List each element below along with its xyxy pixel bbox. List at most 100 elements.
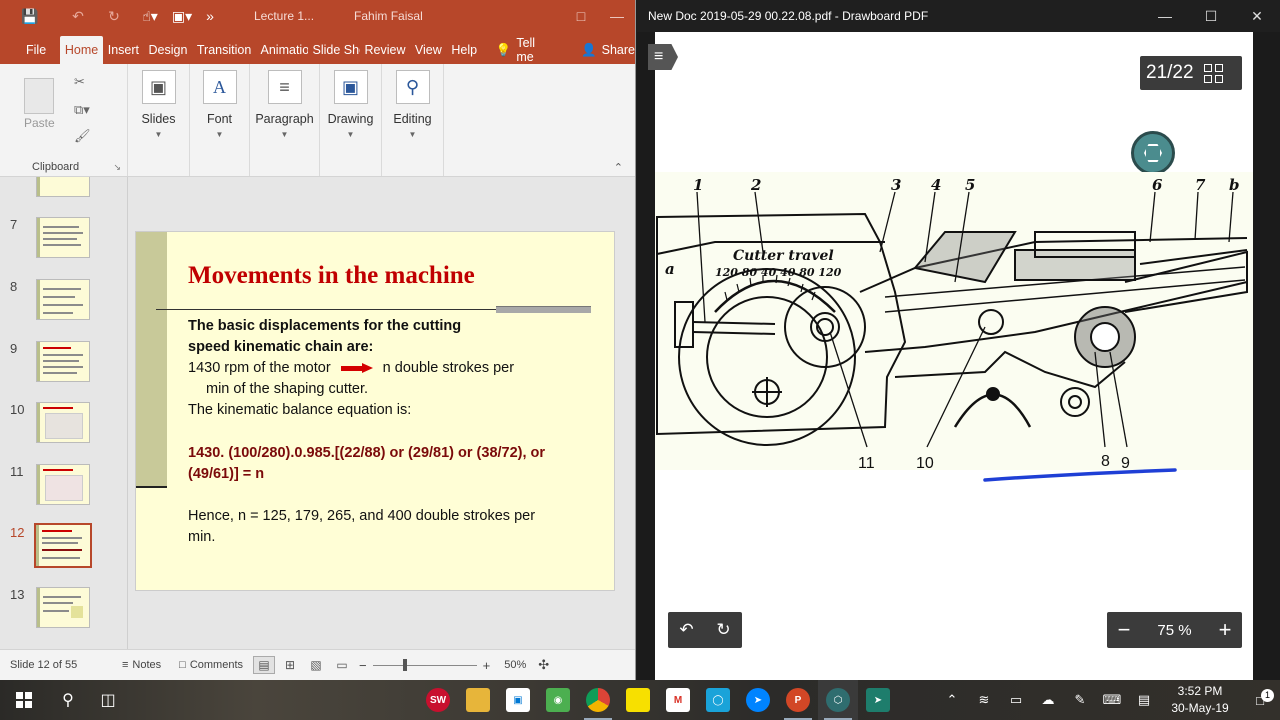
outlook-icon[interactable]: ◯	[698, 680, 738, 720]
tab-home[interactable]: Home	[59, 36, 103, 64]
store-icon[interactable]: ▣	[498, 680, 538, 720]
page-navigator[interactable]: 21/22	[1140, 56, 1242, 90]
tab-help[interactable]: Help	[446, 36, 481, 64]
task-view-icon[interactable]: ◫	[88, 680, 128, 720]
solidworks-icon[interactable]: SW	[418, 680, 458, 720]
user-name[interactable]: Fahim Faisal	[354, 9, 423, 23]
undo-icon[interactable]: ↶	[668, 620, 705, 640]
slide-thumbnail-selected[interactable]	[34, 523, 92, 568]
powerpoint-icon[interactable]: P	[778, 680, 818, 720]
tab-view[interactable]: View	[410, 36, 446, 64]
thumbnail-row[interactable]: 8	[0, 279, 127, 323]
slideshow-icon[interactable]: ▭	[331, 656, 353, 674]
redo-icon[interactable]: ↻	[100, 0, 128, 32]
save-icon[interactable]: 💾	[16, 0, 44, 32]
keyboard-icon[interactable]: ⌨	[1096, 692, 1128, 708]
grid-view-icon[interactable]	[1203, 63, 1223, 83]
thumbnail-row-active[interactable]: 12	[0, 523, 127, 569]
slide-editing-area[interactable]: Movements in the machine The basic displ…	[128, 177, 635, 649]
font-group[interactable]: A Font ▼	[190, 64, 250, 176]
action-center-icon[interactable]: □ 1	[1240, 688, 1280, 708]
slides-group[interactable]: ▣ Slides ▼	[128, 64, 190, 176]
slide-text-line[interactable]: min of the shaping cutter.	[206, 379, 368, 400]
search-icon[interactable]: ⚲	[48, 680, 88, 720]
slide-title[interactable]: Movements in the machine	[188, 262, 475, 290]
tab-review[interactable]: Review	[360, 36, 410, 64]
slide-text-line[interactable]: min.	[188, 527, 215, 548]
slide-thumbnail[interactable]	[36, 402, 90, 443]
comments-button[interactable]: □ Comments	[173, 659, 249, 671]
redo-icon[interactable]: ↻	[705, 620, 742, 640]
start-from-beginning-icon[interactable]: ▣▾	[168, 0, 196, 32]
slide-thumbnail[interactable]	[36, 341, 90, 382]
messenger-icon[interactable]: ➤	[738, 680, 778, 720]
zoom-out-button[interactable]: −	[1107, 617, 1141, 643]
pdf-viewer[interactable]: ≡ 21/22 1 2 3 4 5 6 7 b a Cutter travel …	[637, 32, 1280, 680]
zoom-slider-thumb[interactable]	[402, 658, 407, 671]
app-icon[interactable]: ➤	[858, 680, 898, 720]
thumbnail-row[interactable]: 9	[0, 341, 127, 385]
wifi-icon[interactable]: ≋	[968, 692, 1000, 708]
tab-transitions[interactable]: Transition	[192, 36, 256, 64]
zoom-in-icon[interactable]: +	[483, 658, 491, 673]
tell-me-box[interactable]: 💡 Tell me	[488, 36, 563, 64]
maximize-icon[interactable]: ☐	[1188, 8, 1234, 25]
slide-sorter-icon[interactable]: ⊞	[279, 656, 301, 674]
pen-icon[interactable]: ✎	[1064, 692, 1096, 708]
battery-icon[interactable]: ▭	[1000, 692, 1032, 708]
thumbnail-row[interactable]: 11	[0, 464, 127, 508]
reading-view-icon[interactable]: ▧	[305, 656, 327, 674]
copy-icon[interactable]: ⧉▾	[74, 102, 90, 118]
chevron-up-icon[interactable]: ⌃	[936, 692, 968, 708]
touch-mode-icon[interactable]: ☝▾	[136, 0, 164, 32]
collapse-ribbon-icon[interactable]: ⌃	[614, 161, 623, 174]
minimize-icon[interactable]: —	[1142, 8, 1188, 24]
slide-text-line[interactable]: The kinematic balance equation is:	[188, 400, 411, 421]
slide-text-line[interactable]: 1430 rpm of the motor n double strokes pe…	[188, 358, 514, 379]
onedrive-icon[interactable]: ☁	[1032, 692, 1064, 708]
paragraph-group[interactable]: ≡ Paragraph ▼	[250, 64, 320, 176]
drawboard-icon[interactable]: ⬡	[818, 680, 858, 720]
thumbnail-row[interactable]: 7	[0, 217, 127, 261]
paste-icon[interactable]	[24, 78, 54, 114]
tool-hub-icon[interactable]	[1131, 131, 1175, 175]
maps-icon[interactable]: ◉	[538, 680, 578, 720]
display-icon[interactable]: ▤	[1128, 692, 1160, 708]
ink-annotation-underline[interactable]	[977, 460, 1187, 484]
editing-group[interactable]: ⚲ Editing ▼	[382, 64, 444, 176]
undo-icon[interactable]: ↶	[64, 0, 92, 32]
slide-thumbnail[interactable]	[36, 217, 90, 258]
slide-thumbnail[interactable]	[36, 464, 90, 505]
tab-design[interactable]: Design	[144, 36, 192, 64]
equation-line[interactable]: (49/61)] = n	[188, 464, 264, 485]
format-painter-icon[interactable]: 🖌	[74, 128, 91, 144]
tab-file[interactable]: File	[4, 36, 60, 64]
close-icon[interactable]: ✕	[1234, 8, 1280, 25]
slide-text-line[interactable]: speed kinematic chain are:	[188, 337, 373, 358]
slide-thumbnail[interactable]	[36, 279, 90, 320]
gmail-icon[interactable]: M	[658, 680, 698, 720]
current-slide[interactable]: Movements in the machine The basic displ…	[135, 231, 615, 591]
notes-button[interactable]: ≡ Notes	[116, 659, 167, 671]
zoom-in-button[interactable]: +	[1208, 617, 1242, 643]
zoom-level[interactable]: 50%	[504, 659, 526, 671]
slide-thumbnails-pane[interactable]: 7 8 9 10 11 12 13	[0, 177, 128, 649]
tab-insert[interactable]: Insert	[103, 36, 144, 64]
thumbnail-row[interactable]: 13	[0, 587, 127, 631]
fit-slide-icon[interactable]: ✣	[538, 657, 549, 673]
clock[interactable]: 3:52 PM 30-May-19	[1160, 683, 1240, 717]
share-button[interactable]: 👤 Share	[581, 36, 635, 64]
cut-icon[interactable]: ✂	[74, 74, 85, 90]
tab-slide-show[interactable]: Slide Sho	[308, 36, 360, 64]
ribbon-display-icon[interactable]: □	[563, 8, 599, 24]
sticky-notes-icon[interactable]	[618, 680, 658, 720]
more-commands-icon[interactable]: »	[196, 0, 224, 32]
drawing-group[interactable]: ▣ Drawing ▼	[320, 64, 382, 176]
start-button[interactable]	[0, 680, 48, 720]
slide-text-line[interactable]: Hence, n = 125, 179, 265, and 400 double…	[188, 506, 535, 527]
tab-animations[interactable]: Animatio	[256, 36, 308, 64]
zoom-slider[interactable]	[372, 658, 477, 671]
slide-thumbnail[interactable]	[36, 587, 90, 628]
zoom-out-icon[interactable]: −	[359, 658, 367, 673]
minimize-icon[interactable]: —	[599, 8, 635, 24]
